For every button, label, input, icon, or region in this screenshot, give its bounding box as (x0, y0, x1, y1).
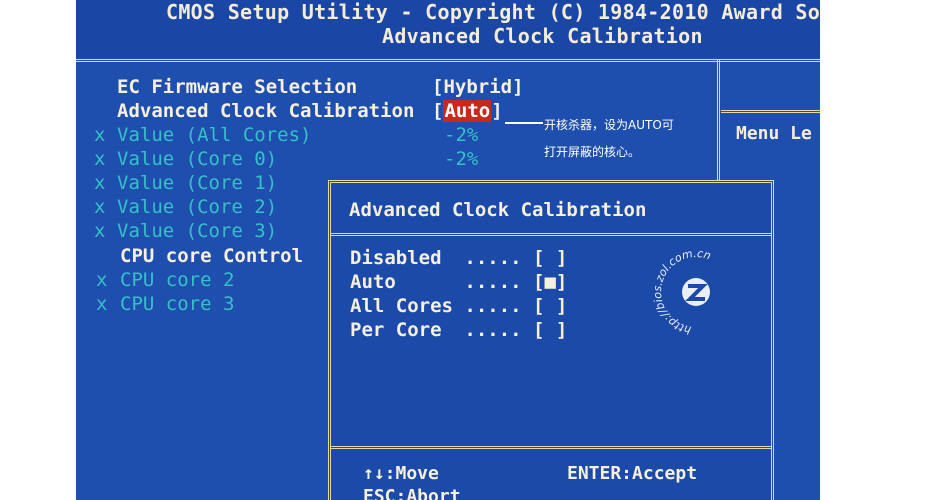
menu-value-advanced-clock-calibration[interactable]: [Auto] (432, 100, 503, 122)
zol-watermark-logo: http://bios.zol.com.cn (651, 247, 741, 337)
menu-item-value-all-cores: Value (All Cores) (117, 124, 312, 146)
disabled-mark: x (94, 220, 106, 242)
popup-title: Advanced Clock Calibration (349, 199, 647, 221)
disabled-mark: x (94, 148, 106, 170)
popup-title-separator (331, 233, 771, 236)
option-disabled[interactable]: Disabled ..... [ ] (350, 247, 567, 269)
frame-top-border (76, 59, 820, 62)
menu-level-label: Menu Le (736, 123, 812, 144)
option-all-cores[interactable]: All Cores ..... [ ] (350, 295, 567, 317)
annotation-pointer-line (505, 122, 543, 124)
menu-value-ec-firmware[interactable]: [Hybrid] (432, 76, 524, 98)
annotation-line-2: 打开屏蔽的核心。 (544, 145, 641, 159)
menu-item-ec-firmware[interactable]: EC Firmware Selection (117, 76, 357, 98)
disabled-mark: x (94, 196, 106, 218)
menu-value-core-0: -2% (444, 148, 479, 170)
disabled-mark: x (96, 293, 108, 315)
header-bar: CMOS Setup Utility - Copyright (C) 1984-… (76, 0, 820, 58)
menu-value-all-cores: -2% (444, 124, 479, 146)
disabled-mark: x (96, 269, 108, 291)
menu-item-value-core-0: Value (Core 0) (117, 148, 278, 170)
footer-move-hint: ↑↓:Move (363, 463, 439, 484)
menu-item-cpu-core-control[interactable]: CPU core Control (120, 245, 303, 267)
menu-item-value-core-1: Value (Core 1) (117, 172, 278, 194)
disabled-mark: x (94, 124, 106, 146)
menu-item-advanced-clock-calibration[interactable]: Advanced Clock Calibration (117, 100, 414, 122)
disabled-mark: x (94, 172, 106, 194)
annotation-line-1: 开核杀器，设为AUTO可 (544, 118, 674, 132)
footer-accept-hint: ENTER:Accept (567, 463, 698, 484)
option-per-core[interactable]: Per Core ..... [ ] (350, 319, 567, 341)
value-bracket-close: ] (491, 100, 503, 122)
menu-item-value-core-3: Value (Core 3) (117, 220, 278, 242)
help-panel-separator (721, 110, 820, 113)
options-popup: Advanced Clock Calibration Disabled ....… (328, 180, 774, 500)
menu-item-cpu-core-3: CPU core 3 (120, 293, 235, 315)
annotation-note: 开核杀器，设为AUTO可 打开屏蔽的核心。 (544, 112, 724, 166)
value-bracket-open: [ (432, 100, 444, 122)
menu-item-value-core-2: Value (Core 2) (117, 196, 278, 218)
bios-screen: CMOS Setup Utility - Copyright (C) 1984-… (76, 0, 820, 500)
option-auto[interactable]: Auto ..... [■] (350, 271, 567, 293)
footer-abort-hint: ESC:Abort (363, 486, 461, 500)
header-subtitle: Advanced Clock Calibration (382, 24, 703, 48)
header-title: CMOS Setup Utility - Copyright (C) 1984-… (166, 0, 820, 24)
popup-footer-separator (331, 446, 771, 449)
selected-value[interactable]: Auto (443, 100, 492, 122)
menu-item-cpu-core-2: CPU core 2 (120, 269, 235, 291)
